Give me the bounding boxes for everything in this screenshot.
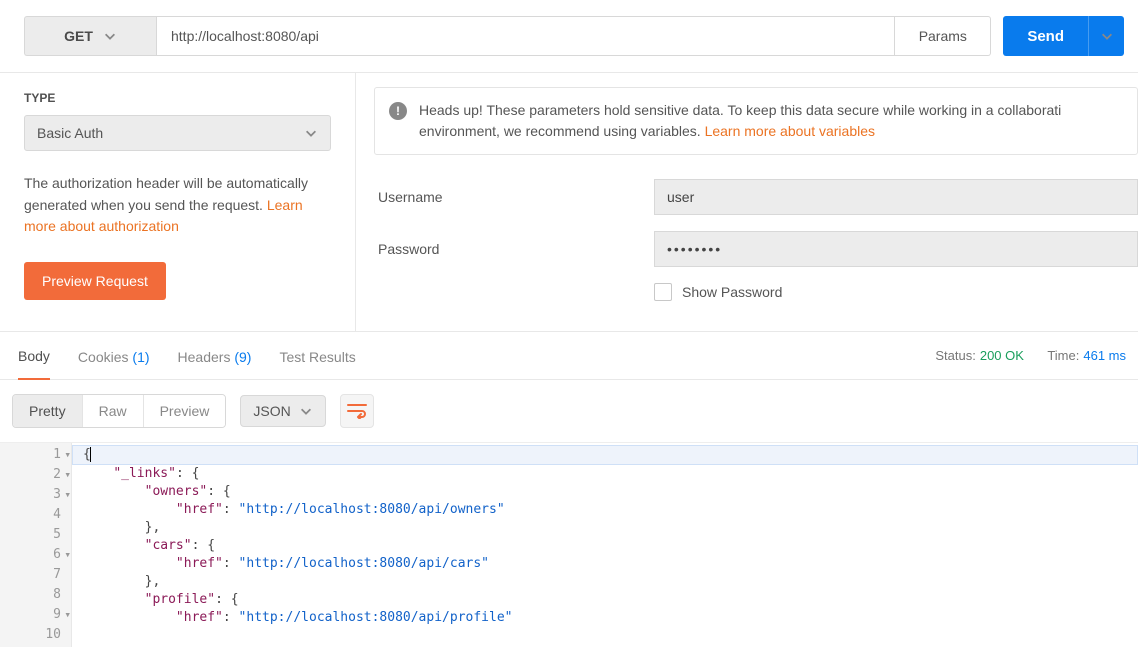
response-body-code: 1▾ 2▾ 3▾ 4 5 6▾ 7 8 9▾ 10 { "_links": { … [0, 442, 1138, 647]
chevron-down-icon [103, 29, 117, 43]
cookies-count: (1) [132, 349, 149, 365]
auth-type-value: Basic Auth [37, 125, 103, 141]
code-body[interactable]: { "_links": { "owners": { "href": "http:… [72, 443, 1138, 647]
status-value: 200 OK [980, 348, 1024, 363]
tab-cookies-label: Cookies [78, 349, 129, 365]
response-lang-select[interactable]: JSON [240, 395, 325, 427]
code-gutter: 1▾ 2▾ 3▾ 4 5 6▾ 7 8 9▾ 10 [0, 443, 72, 647]
password-label: Password [378, 241, 654, 257]
authorization-section: TYPE Basic Auth The authorization header… [0, 73, 1138, 332]
username-input[interactable] [654, 179, 1138, 215]
status-label: Status: [935, 348, 975, 363]
banner-line2: environment, we recommend using variable… [419, 123, 705, 139]
headers-count: (9) [234, 349, 251, 365]
username-row: Username [374, 179, 1138, 215]
view-pretty-button[interactable]: Pretty [13, 395, 82, 427]
banner-line1: Heads up! These parameters hold sensitiv… [419, 102, 1061, 118]
auth-description-text: The authorization header will be automat… [24, 175, 308, 213]
tab-cookies[interactable]: Cookies (1) [78, 349, 150, 379]
params-button[interactable]: Params [895, 16, 991, 56]
chevron-down-icon [304, 126, 318, 140]
password-row: Password [374, 231, 1138, 267]
show-password-checkbox[interactable] [654, 283, 672, 301]
password-input[interactable] [654, 231, 1138, 267]
username-label: Username [378, 189, 654, 205]
variables-learn-more-link[interactable]: Learn more about variables [705, 123, 875, 139]
tab-test-results[interactable]: Test Results [279, 349, 355, 379]
auth-left-panel: TYPE Basic Auth The authorization header… [0, 73, 356, 331]
time-value: 461 ms [1083, 348, 1126, 363]
request-url-input[interactable] [156, 16, 895, 56]
view-raw-button[interactable]: Raw [82, 395, 143, 427]
response-body-toolbar: Pretty Raw Preview JSON [0, 380, 1138, 442]
auth-right-panel: ! Heads up! These parameters hold sensit… [356, 73, 1138, 331]
banner-text: Heads up! These parameters hold sensitiv… [419, 100, 1061, 142]
chevron-down-icon [1100, 29, 1114, 43]
auth-description: The authorization header will be automat… [24, 173, 331, 238]
tab-headers-label: Headers [178, 349, 231, 365]
http-method-select[interactable]: GET [24, 16, 156, 56]
show-password-label: Show Password [682, 284, 782, 300]
info-icon: ! [389, 102, 407, 120]
wrap-lines-button[interactable] [340, 394, 374, 428]
chevron-down-icon [299, 404, 313, 418]
show-password-row: Show Password [654, 283, 1138, 301]
response-lang-value: JSON [253, 403, 290, 419]
send-button-group: Send [1003, 16, 1124, 56]
auth-type-select[interactable]: Basic Auth [24, 115, 331, 151]
send-dropdown-button[interactable] [1088, 16, 1124, 56]
tab-body[interactable]: Body [18, 348, 50, 380]
http-method-value: GET [64, 28, 93, 44]
time-label: Time: [1047, 348, 1079, 363]
view-mode-group: Pretty Raw Preview [12, 394, 226, 428]
preview-request-button[interactable]: Preview Request [24, 262, 166, 300]
send-button[interactable]: Send [1003, 16, 1088, 56]
wrap-icon [347, 403, 367, 419]
auth-type-label: TYPE [24, 91, 331, 105]
view-preview-button[interactable]: Preview [143, 395, 226, 427]
sensitive-data-banner: ! Heads up! These parameters hold sensit… [374, 87, 1138, 155]
response-meta: Status: 200 OK Time: 461 ms [935, 348, 1126, 363]
request-bar: GET Params Send [0, 0, 1138, 73]
tab-headers[interactable]: Headers (9) [178, 349, 252, 379]
response-tabs: Body Cookies (1) Headers (9) Test Result… [0, 332, 1138, 380]
